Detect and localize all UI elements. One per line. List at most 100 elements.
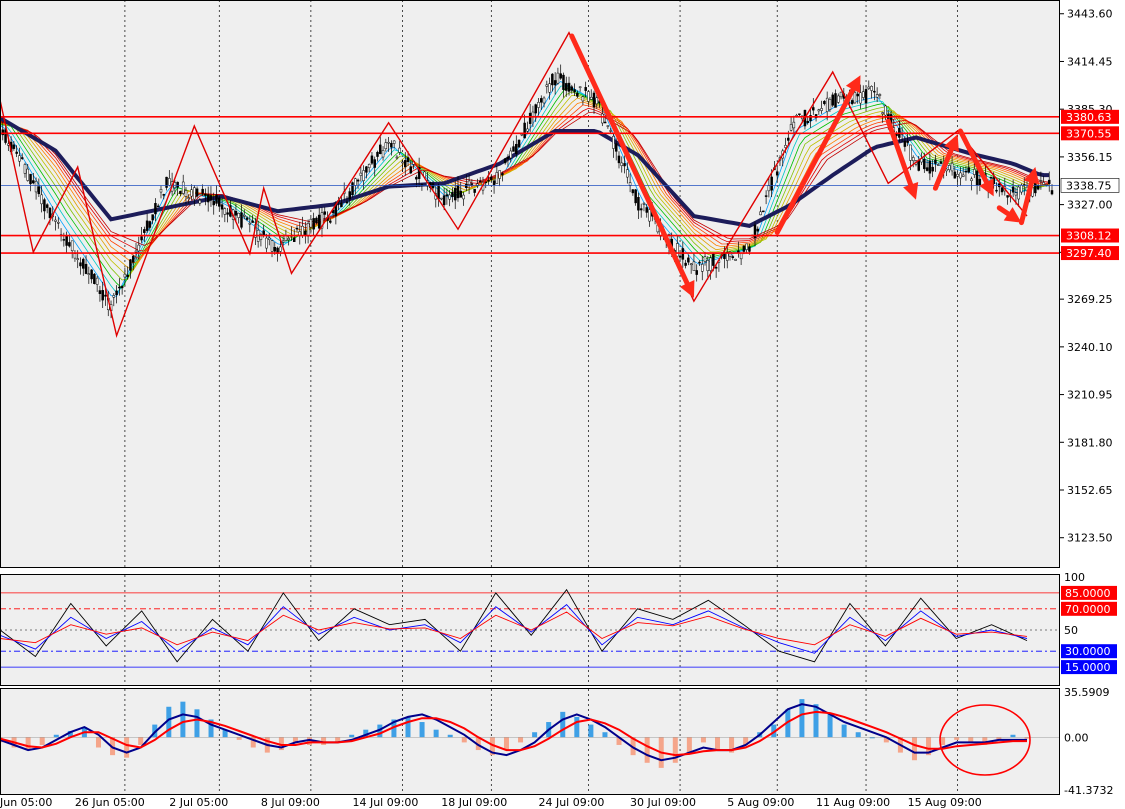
candle-body bbox=[612, 136, 615, 149]
candle-body bbox=[684, 262, 687, 266]
candle-body bbox=[129, 259, 132, 271]
candle-body bbox=[856, 93, 859, 97]
price-tag-label: 3308.12 bbox=[1066, 230, 1112, 243]
candle-body bbox=[84, 263, 88, 274]
candle-body bbox=[415, 176, 418, 180]
candle-body bbox=[87, 273, 91, 275]
candle-body bbox=[70, 240, 74, 251]
candle-body bbox=[270, 240, 274, 252]
macd-histogram-bar bbox=[503, 737, 509, 751]
candle-body bbox=[495, 172, 499, 184]
candle-body bbox=[1020, 184, 1023, 193]
candle-body bbox=[442, 195, 446, 206]
candle-body bbox=[404, 160, 407, 168]
candle-body bbox=[148, 221, 152, 228]
macd-histogram-bar bbox=[715, 737, 721, 751]
candle-body bbox=[806, 120, 809, 123]
candle-body bbox=[989, 176, 993, 179]
candle-body bbox=[317, 214, 321, 229]
x-tick-label: 18 Jul 09:00 bbox=[441, 796, 507, 809]
candle-body bbox=[731, 256, 735, 258]
candle-body bbox=[570, 86, 574, 91]
stochastic-level-label: 70.0000 bbox=[1065, 603, 1111, 616]
candle-body bbox=[1017, 186, 1020, 200]
candle-body bbox=[381, 150, 385, 158]
macd-histogram-bar bbox=[95, 737, 101, 748]
candle-body bbox=[18, 155, 21, 162]
macd-histogram-bar bbox=[236, 737, 242, 740]
candle-body bbox=[362, 170, 365, 181]
candle-body bbox=[470, 183, 474, 185]
macd-histogram-bar bbox=[911, 737, 917, 761]
candle-body bbox=[875, 94, 879, 98]
candle-body bbox=[490, 176, 493, 180]
x-tick-label: 26 Jun 05:00 bbox=[75, 796, 145, 809]
candle-body bbox=[537, 102, 540, 108]
macd-panel[interactable]: 35.5909 0.00 -41.3732 bbox=[0, 686, 1113, 797]
candle-body bbox=[503, 158, 507, 164]
candle-body bbox=[218, 197, 221, 207]
x-tick-label: 15 Aug 09:00 bbox=[908, 796, 982, 809]
candle-body bbox=[329, 220, 332, 223]
candle-body bbox=[240, 212, 243, 228]
candle-body bbox=[853, 92, 857, 104]
candle-body bbox=[215, 194, 218, 204]
candle-body bbox=[678, 255, 682, 258]
candle-body bbox=[689, 263, 693, 266]
candle-body bbox=[520, 133, 524, 136]
candle-body bbox=[623, 163, 626, 167]
candle-body bbox=[798, 113, 801, 115]
candle-body bbox=[831, 94, 834, 106]
candle-body bbox=[1006, 195, 1009, 198]
candle-body bbox=[784, 145, 787, 148]
candle-body bbox=[287, 238, 290, 241]
x-tick-label: 30 Jul 09:00 bbox=[630, 796, 696, 809]
candle-body bbox=[709, 257, 712, 271]
macd-histogram-bar bbox=[180, 701, 186, 738]
candle-body bbox=[770, 176, 773, 191]
macd-histogram-bar bbox=[433, 729, 439, 738]
candle-body bbox=[440, 197, 443, 200]
candle-body bbox=[367, 164, 371, 168]
candle-body bbox=[592, 92, 596, 108]
candle-body bbox=[190, 189, 193, 197]
candle-body bbox=[398, 147, 401, 153]
candle-body bbox=[234, 210, 238, 216]
trading-chart[interactable]: 3443.603414.453385.303356.153327.003297.… bbox=[0, 0, 1125, 809]
candle-body bbox=[220, 204, 224, 210]
candle-body bbox=[348, 191, 351, 200]
candle-body bbox=[206, 194, 210, 203]
candle-body bbox=[323, 211, 327, 215]
candle-body bbox=[168, 178, 171, 186]
macd-histogram-bar bbox=[1010, 734, 1016, 738]
candle-body bbox=[528, 112, 532, 124]
candle-body bbox=[176, 181, 179, 188]
candle-body bbox=[384, 142, 388, 149]
candle-body bbox=[551, 73, 554, 86]
candle-body bbox=[279, 246, 282, 252]
candle-body bbox=[556, 72, 560, 84]
candle-body bbox=[540, 98, 543, 103]
candle-body bbox=[967, 167, 970, 173]
candle-body bbox=[825, 97, 829, 112]
candle-body bbox=[911, 157, 915, 161]
candle-body bbox=[187, 197, 190, 199]
candle-body bbox=[970, 178, 973, 181]
candle-body bbox=[140, 236, 143, 241]
y-tick-label: 3327.00 bbox=[1067, 199, 1113, 212]
x-tick-label: 2 Jul 05:00 bbox=[169, 796, 228, 809]
candle-body bbox=[312, 218, 315, 230]
candle-body bbox=[248, 222, 252, 225]
candle-body bbox=[198, 200, 202, 204]
candle-body bbox=[837, 95, 840, 103]
candle-body bbox=[587, 91, 590, 102]
candle-body bbox=[467, 180, 471, 185]
candle-body bbox=[676, 243, 679, 257]
candle-body bbox=[32, 180, 35, 184]
candle-body bbox=[584, 87, 587, 91]
macd-histogram-bar bbox=[686, 737, 692, 753]
price-panel[interactable]: 3443.603414.453385.303356.153327.003297.… bbox=[0, 0, 1120, 568]
price-tag-label: 3338.75 bbox=[1066, 179, 1112, 192]
macd-histogram-bar bbox=[25, 737, 31, 751]
stochastic-panel[interactable]: 85.0000 70.0000 30.0000 15.0000 100 50 bbox=[0, 571, 1117, 685]
